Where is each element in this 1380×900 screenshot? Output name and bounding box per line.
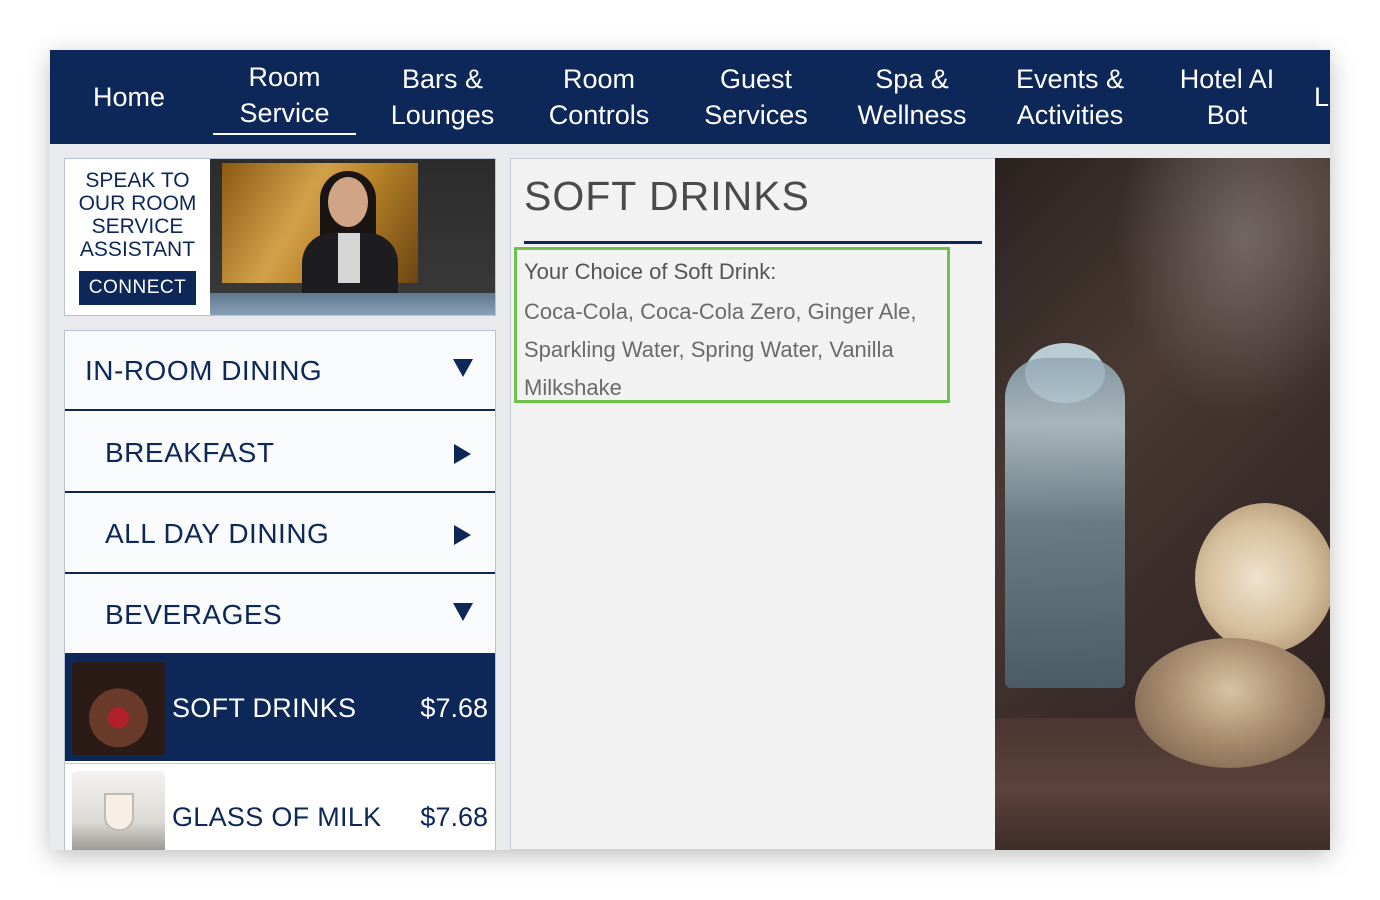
image-blur-highlight xyxy=(1115,158,1330,418)
top-nav: Home Room Service Bars & Lounges Room Co… xyxy=(50,50,1330,144)
triangle-right-icon xyxy=(454,525,471,545)
category-label: IN-ROOM DINING xyxy=(85,355,323,386)
lantern xyxy=(1005,358,1125,688)
menu-item-soft-drinks[interactable]: SOFT DRINKS $7.68 xyxy=(65,655,495,761)
category-in-room-dining[interactable]: IN-ROOM DINING xyxy=(65,331,495,411)
nav-bars-lounges[interactable]: Bars & Lounges xyxy=(380,50,505,144)
nav-hotel-ai-bot-label: Hotel AI Bot xyxy=(1179,64,1275,130)
nav-overflow-item[interactable]: L xyxy=(1314,50,1330,144)
menu-item-name: GLASS OF MILK xyxy=(172,802,382,832)
nav-bars-lounges-label: Bars & Lounges xyxy=(390,64,495,130)
item-detail-panel: SOFT DRINKS Your Choice of Soft Drink: C… xyxy=(510,158,996,850)
nav-room-service-label: Room Service xyxy=(213,59,356,135)
connect-button[interactable]: CONNECT xyxy=(79,271,196,305)
nav-spa-wellness[interactable]: Spa & Wellness xyxy=(846,50,978,144)
glass-of-milk-thumbnail xyxy=(72,771,165,850)
menu-item-name: SOFT DRINKS xyxy=(172,693,357,723)
nav-hotel-ai-bot[interactable]: Hotel AI Bot xyxy=(1162,50,1292,144)
nav-room-service[interactable]: Room Service xyxy=(213,50,356,144)
nav-home-label: Home xyxy=(92,82,166,112)
nav-guest-services-label: Guest Services xyxy=(704,64,808,130)
menu-item-price: $7.68 xyxy=(420,802,488,832)
triangle-right-icon xyxy=(454,444,471,464)
menu-item-glass-of-milk[interactable]: GLASS OF MILK $7.68 xyxy=(65,763,495,850)
title-divider xyxy=(524,241,982,244)
rolled-towel xyxy=(1195,503,1330,653)
room-service-assistant-card: SPEAK TO OUR ROOM SERVICE ASSISTANT CONN… xyxy=(64,158,496,316)
soft-drinks-thumbnail xyxy=(72,662,165,755)
nav-spa-wellness-label: Spa & Wellness xyxy=(857,64,967,130)
category-label: ALL DAY DINING xyxy=(105,518,330,549)
triangle-down-icon xyxy=(453,603,473,621)
menu-list: IN-ROOM DINING BREAKFAST ALL DAY DINING … xyxy=(64,330,496,850)
triangle-down-icon xyxy=(453,359,473,377)
assistant-desk xyxy=(210,293,495,315)
nav-events-activities-label: Events & Activities xyxy=(1015,64,1125,130)
menu-item-price: $7.68 xyxy=(420,693,488,723)
woven-basket xyxy=(1135,638,1325,768)
assistant-photo xyxy=(210,159,495,315)
category-label: BREAKFAST xyxy=(105,437,275,468)
assistant-text-panel: SPEAK TO OUR ROOM SERVICE ASSISTANT CONN… xyxy=(65,159,210,315)
nav-overflow-label: L xyxy=(1314,82,1330,112)
nav-guest-services[interactable]: Guest Services xyxy=(690,50,822,144)
assistant-collar xyxy=(338,233,360,283)
detail-description: Coca-Cola, Coca-Cola Zero, Ginger Ale, S… xyxy=(524,299,917,400)
assistant-heading: SPEAK TO OUR ROOM SERVICE ASSISTANT xyxy=(78,169,197,261)
category-beverages[interactable]: BEVERAGES xyxy=(65,575,495,655)
beverage-hero-image xyxy=(995,158,1330,850)
nav-room-controls[interactable]: Room Controls xyxy=(530,50,668,144)
category-label: BEVERAGES xyxy=(105,599,283,630)
nav-events-activities[interactable]: Events & Activities xyxy=(1000,50,1140,144)
nav-home[interactable]: Home xyxy=(70,50,188,144)
detail-title: SOFT DRINKS xyxy=(524,173,810,219)
category-breakfast[interactable]: BREAKFAST xyxy=(65,413,495,493)
nav-room-controls-label: Room Controls xyxy=(548,64,650,130)
category-all-day-dining[interactable]: ALL DAY DINING xyxy=(65,494,495,574)
detail-subtitle: Your Choice of Soft Drink: xyxy=(524,259,777,284)
app-frame: Home Room Service Bars & Lounges Room Co… xyxy=(50,50,1330,850)
assistant-face xyxy=(328,177,368,227)
